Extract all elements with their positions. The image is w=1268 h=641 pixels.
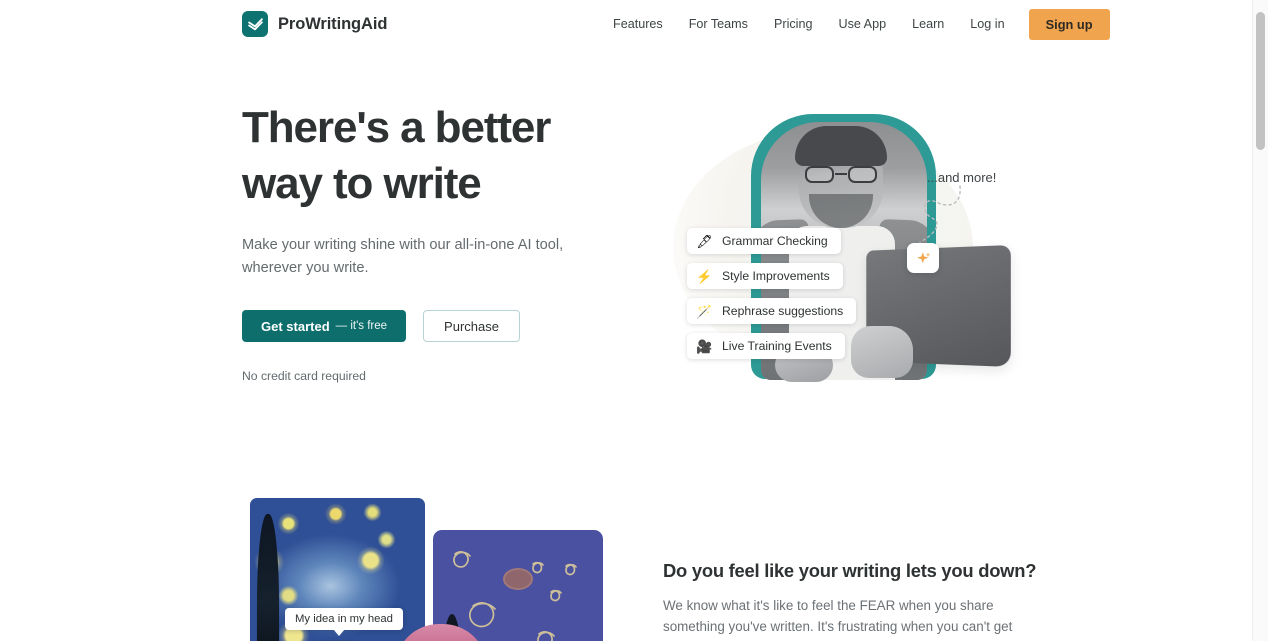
get-started-subtext: — it's free [335, 320, 388, 332]
badge-live-training-events[interactable]: 🎥 Live Training Events [687, 333, 845, 359]
get-started-button[interactable]: Get started — it's free [242, 310, 407, 342]
section-heading: Do you feel like your writing lets you d… [663, 560, 1037, 581]
painting-cypress-tree [256, 514, 280, 641]
badge-rephrase-suggestions[interactable]: 🪄 Rephrase suggestions [687, 298, 857, 324]
feature-badge-list: 🖋 Grammar Checking ⚡ Style Improvements … [687, 228, 857, 359]
hero-title-line-2: way to write [242, 159, 482, 208]
section-body: We know what it's like to feel the FEAR … [663, 598, 1013, 641]
brand-name: ProWritingAid [278, 14, 388, 33]
brand-logo-link[interactable]: ProWritingAid [242, 11, 387, 37]
hero-illustration: 🖋 Grammar Checking ⚡ Style Improvements … [655, 100, 1025, 390]
badge-label: Grammar Checking [722, 234, 828, 248]
idea-tooltip: My idea in my head [285, 608, 403, 636]
writing-lets-you-down-section: Do you feel like your writing lets you d… [663, 560, 1037, 641]
glasses-icon [805, 166, 877, 183]
stacked-pages-check-icon [242, 11, 268, 37]
and-more-annotation: ...and more! [927, 170, 997, 185]
hero-title-line-1: There's a better [242, 103, 551, 152]
get-started-label: Get started [261, 318, 330, 334]
nav-item-use-app[interactable]: Use App [825, 0, 899, 48]
badge-style-improvements[interactable]: ⚡ Style Improvements [687, 263, 843, 289]
hero-subtitle: Make your writing shine with our all-in-… [242, 237, 564, 276]
landing-page: ProWritingAid Features For Teams Pricing… [0, 0, 1268, 641]
hair [795, 126, 887, 166]
badge-grammar-checking[interactable]: 🖋 Grammar Checking [687, 228, 841, 254]
feather-pen-icon: 🖋 [696, 233, 713, 249]
lightning-bolt-icon: ⚡ [696, 268, 713, 284]
primary-nav: Features For Teams Pricing Use App Learn… [600, 0, 1110, 48]
badge-label: Live Training Events [722, 339, 832, 353]
badge-label: Rephrase suggestions [722, 304, 844, 318]
hand-holding-laptop [851, 326, 913, 378]
nav-item-for-teams[interactable]: For Teams [676, 0, 761, 48]
scrollbar-thumb[interactable] [1256, 12, 1265, 150]
badge-label: Style Improvements [722, 269, 830, 283]
magic-wand-icon: 🪄 [696, 303, 713, 319]
no-credit-card-note: No credit card required [242, 369, 366, 383]
sparkles-icon [907, 243, 939, 273]
movie-camera-icon: 🎥 [696, 338, 713, 354]
hero-section: There's a better way to write Make your … [242, 100, 602, 383]
nav-item-learn[interactable]: Learn [899, 0, 957, 48]
nav-item-pricing[interactable]: Pricing [761, 0, 826, 48]
cta-row: Get started — it's free Purchase [242, 310, 602, 342]
sign-up-button[interactable]: Sign up [1028, 8, 1110, 40]
nav-item-features[interactable]: Features [600, 0, 676, 48]
doodle-sun [503, 568, 533, 590]
nav-item-log-in[interactable]: Log in [957, 0, 1017, 48]
page-scrollbar[interactable] [1252, 0, 1268, 641]
purchase-button[interactable]: Purchase [423, 310, 520, 342]
crude-doodle-card [433, 530, 603, 641]
site-header: ProWritingAid Features For Teams Pricing… [0, 0, 1252, 48]
page-title: There's a better way to write [242, 100, 602, 212]
